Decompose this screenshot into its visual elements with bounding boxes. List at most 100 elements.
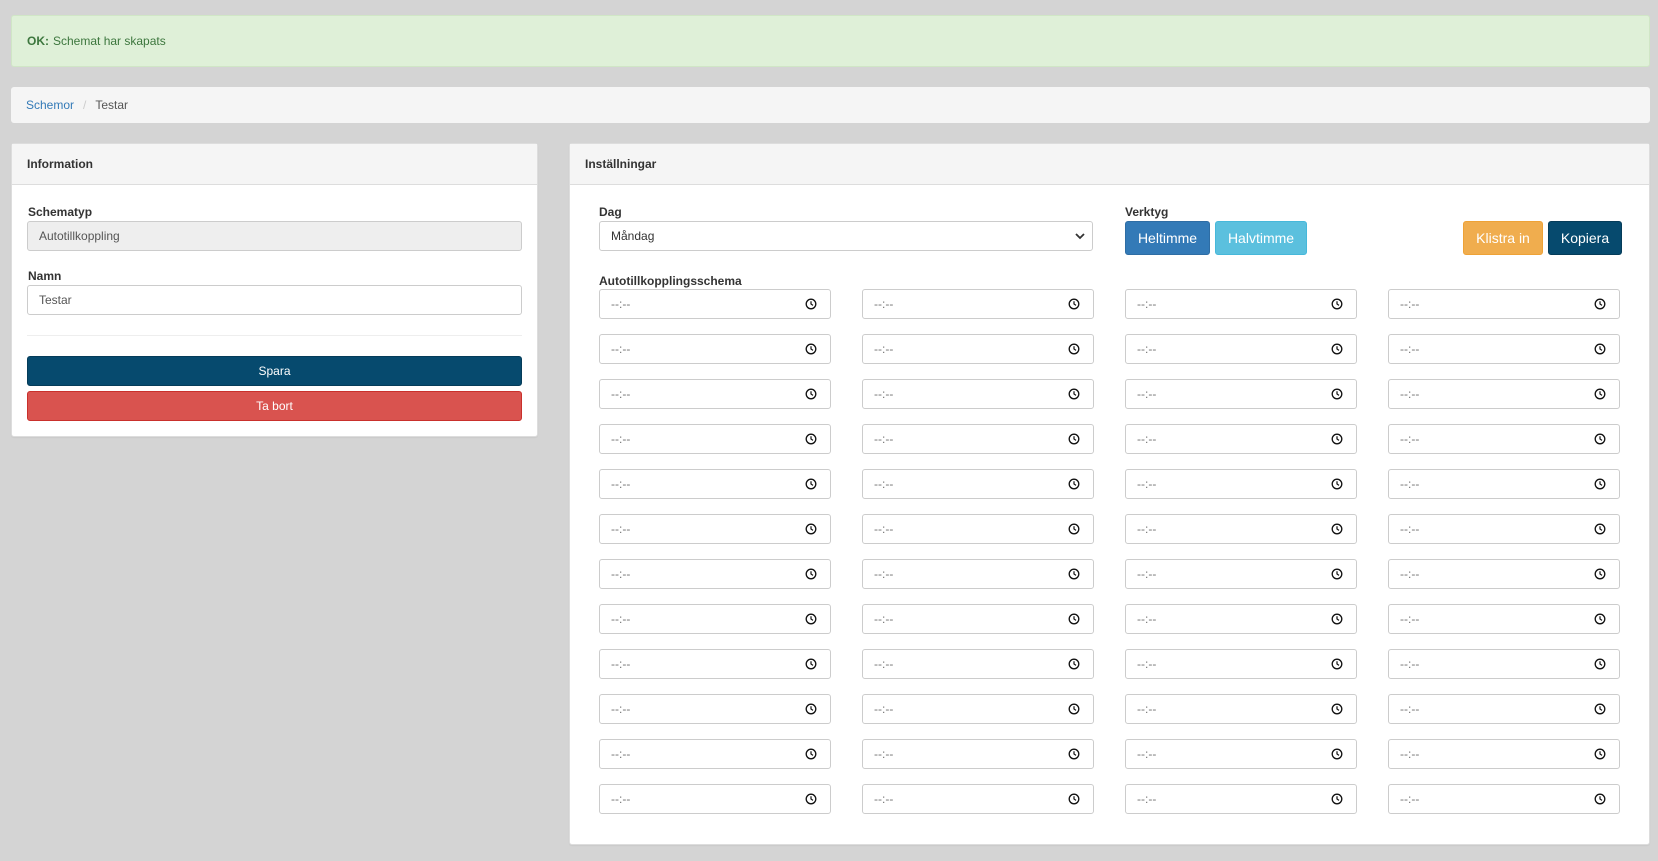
clock-icon[interactable]	[1594, 343, 1606, 355]
clock-icon[interactable]	[805, 793, 817, 805]
clock-icon[interactable]	[1331, 613, 1343, 625]
clock-icon[interactable]	[1594, 298, 1606, 310]
time-input[interactable]: --:--	[599, 514, 831, 544]
clock-icon[interactable]	[1594, 613, 1606, 625]
clock-icon[interactable]	[1068, 388, 1080, 400]
time-input[interactable]: --:--	[1125, 604, 1357, 634]
time-input[interactable]: --:--	[1388, 559, 1620, 589]
clock-icon[interactable]	[805, 523, 817, 535]
clock-icon[interactable]	[1068, 568, 1080, 580]
clock-icon[interactable]	[1068, 793, 1080, 805]
time-input[interactable]: --:--	[599, 559, 831, 589]
time-input[interactable]: --:--	[1388, 424, 1620, 454]
clock-icon[interactable]	[1594, 478, 1606, 490]
time-input[interactable]: --:--	[599, 694, 831, 724]
time-input[interactable]: --:--	[599, 604, 831, 634]
time-input[interactable]: --:--	[1388, 514, 1620, 544]
clock-icon[interactable]	[1331, 388, 1343, 400]
time-input[interactable]: --:--	[1125, 469, 1357, 499]
time-input[interactable]: --:--	[599, 289, 831, 319]
clock-icon[interactable]	[1594, 523, 1606, 535]
clock-icon[interactable]	[1331, 478, 1343, 490]
copy-button[interactable]: Kopiera	[1548, 221, 1622, 255]
time-input[interactable]: --:--	[862, 604, 1094, 634]
time-input[interactable]: --:--	[862, 334, 1094, 364]
time-input[interactable]: --:--	[862, 559, 1094, 589]
save-button[interactable]: Spara	[27, 356, 522, 386]
dag-select[interactable]: Måndag	[599, 221, 1093, 251]
time-input[interactable]: --:--	[862, 784, 1094, 814]
clock-icon[interactable]	[1068, 613, 1080, 625]
time-input[interactable]: --:--	[1388, 469, 1620, 499]
clock-icon[interactable]	[805, 613, 817, 625]
time-input[interactable]: --:--	[599, 739, 831, 769]
time-input[interactable]: --:--	[1125, 334, 1357, 364]
clock-icon[interactable]	[1068, 433, 1080, 445]
clock-icon[interactable]	[1068, 478, 1080, 490]
clock-icon[interactable]	[1594, 703, 1606, 715]
time-input[interactable]: --:--	[1388, 739, 1620, 769]
time-input[interactable]: --:--	[1388, 289, 1620, 319]
clock-icon[interactable]	[1594, 793, 1606, 805]
time-input[interactable]: --:--	[599, 379, 831, 409]
clock-icon[interactable]	[1068, 523, 1080, 535]
time-input[interactable]: --:--	[599, 334, 831, 364]
halvtimme-button[interactable]: Halvtimme	[1215, 221, 1307, 255]
time-input[interactable]: --:--	[1125, 739, 1357, 769]
time-input[interactable]: --:--	[862, 379, 1094, 409]
clock-icon[interactable]	[1331, 343, 1343, 355]
clock-icon[interactable]	[805, 433, 817, 445]
time-input[interactable]: --:--	[1388, 784, 1620, 814]
clock-icon[interactable]	[1594, 433, 1606, 445]
time-input[interactable]: --:--	[862, 739, 1094, 769]
time-input[interactable]: --:--	[1125, 289, 1357, 319]
clock-icon[interactable]	[1331, 523, 1343, 535]
clock-icon[interactable]	[805, 298, 817, 310]
time-input[interactable]: --:--	[1388, 604, 1620, 634]
heltimme-button[interactable]: Heltimme	[1125, 221, 1210, 255]
time-input[interactable]: --:--	[599, 784, 831, 814]
time-input[interactable]: --:--	[1388, 379, 1620, 409]
time-input[interactable]: --:--	[1125, 649, 1357, 679]
time-input[interactable]: --:--	[599, 424, 831, 454]
clock-icon[interactable]	[1068, 343, 1080, 355]
clock-icon[interactable]	[805, 343, 817, 355]
delete-button[interactable]: Ta bort	[27, 391, 522, 421]
time-input[interactable]: --:--	[862, 424, 1094, 454]
clock-icon[interactable]	[1331, 793, 1343, 805]
clock-icon[interactable]	[805, 388, 817, 400]
clock-icon[interactable]	[1331, 568, 1343, 580]
namn-input[interactable]: Testar	[27, 285, 522, 315]
clock-icon[interactable]	[1594, 388, 1606, 400]
time-input[interactable]: --:--	[1125, 694, 1357, 724]
time-input[interactable]: --:--	[1125, 424, 1357, 454]
clock-icon[interactable]	[805, 478, 817, 490]
time-input[interactable]: --:--	[1125, 514, 1357, 544]
clock-icon[interactable]	[1068, 748, 1080, 760]
clock-icon[interactable]	[805, 568, 817, 580]
time-input[interactable]: --:--	[862, 694, 1094, 724]
time-input[interactable]: --:--	[862, 289, 1094, 319]
time-input[interactable]: --:--	[862, 469, 1094, 499]
clock-icon[interactable]	[1331, 298, 1343, 310]
time-input[interactable]: --:--	[1125, 379, 1357, 409]
time-input[interactable]: --:--	[1125, 559, 1357, 589]
time-input[interactable]: --:--	[1125, 784, 1357, 814]
clock-icon[interactable]	[805, 703, 817, 715]
breadcrumb-link-schemor[interactable]: Schemor	[26, 98, 74, 112]
time-input[interactable]: --:--	[1388, 649, 1620, 679]
clock-icon[interactable]	[1331, 433, 1343, 445]
clock-icon[interactable]	[1331, 748, 1343, 760]
clock-icon[interactable]	[1068, 658, 1080, 670]
clock-icon[interactable]	[805, 748, 817, 760]
clock-icon[interactable]	[1331, 658, 1343, 670]
clock-icon[interactable]	[1594, 568, 1606, 580]
clock-icon[interactable]	[1594, 748, 1606, 760]
clock-icon[interactable]	[1068, 298, 1080, 310]
clock-icon[interactable]	[1331, 703, 1343, 715]
paste-button[interactable]: Klistra in	[1463, 221, 1543, 255]
time-input[interactable]: --:--	[1388, 694, 1620, 724]
time-input[interactable]: --:--	[599, 649, 831, 679]
time-input[interactable]: --:--	[599, 469, 831, 499]
time-input[interactable]: --:--	[1388, 334, 1620, 364]
